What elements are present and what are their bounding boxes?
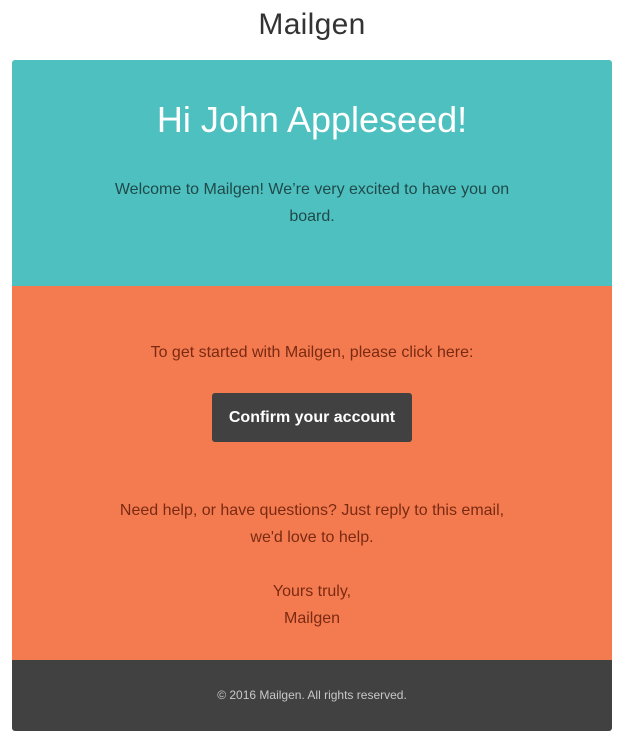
- footer-section: © 2016 Mailgen. All rights reserved.: [12, 660, 612, 731]
- body-section: To get started with Mailgen, please clic…: [12, 286, 612, 660]
- signoff-name: Mailgen: [283, 610, 341, 627]
- signoff-line: Yours truly,: [272, 583, 352, 600]
- copyright-text: © 2016 Mailgen. All rights reserved.: [217, 688, 407, 702]
- brand-title: Mailgen: [258, 8, 366, 41]
- welcome-text: Welcome to Mailgen! We’re very excited t…: [114, 181, 510, 225]
- header-section: Hi John Appleseed! Welcome to Mailgen! W…: [12, 60, 612, 286]
- email-page: Mailgen Hi John Appleseed! Welcome to Ma…: [0, 0, 624, 743]
- signoff: Yours truly, Mailgen: [12, 578, 612, 632]
- email-card: Hi John Appleseed! Welcome to Mailgen! W…: [12, 60, 612, 731]
- confirm-account-button[interactable]: Confirm your account: [212, 393, 412, 442]
- greeting-heading: Hi John Appleseed!: [156, 99, 468, 140]
- action-instructions: To get started with Mailgen, please clic…: [150, 344, 474, 361]
- help-text: Need help, or have questions? Just reply…: [119, 502, 505, 546]
